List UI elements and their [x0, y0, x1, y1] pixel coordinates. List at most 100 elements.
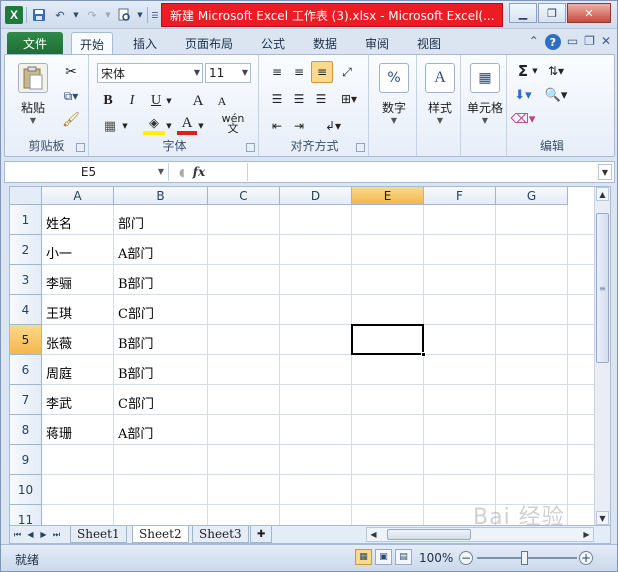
font-size-dropdown-icon[interactable]: ▼	[242, 68, 248, 77]
close-button[interactable]: ✕	[567, 3, 611, 23]
phonetic-guide-button[interactable]: wén 文	[219, 113, 247, 134]
font-color-button[interactable]: A	[177, 115, 197, 135]
autosum-dropdown-icon[interactable]: ▼	[531, 64, 539, 78]
scroll-down-icon[interactable]: ▼	[596, 511, 609, 525]
tab-home[interactable]: 开始	[71, 32, 114, 55]
clipboard-launcher-icon[interactable]	[76, 143, 85, 152]
column-header-f[interactable]: F	[424, 187, 496, 205]
column-header-d[interactable]: D	[280, 187, 352, 205]
active-cell-outline[interactable]	[351, 324, 424, 355]
qat-more-icon[interactable]: ☰	[151, 6, 159, 24]
cell-a1[interactable]: 姓名	[42, 205, 114, 235]
print-preview-icon[interactable]	[115, 6, 133, 24]
align-left-icon[interactable]: ☰	[267, 90, 287, 108]
next-sheet-icon[interactable]: ▶	[38, 528, 49, 541]
cells-button[interactable]: ▦ 单元格 ▼	[459, 59, 511, 131]
tab-data[interactable]: 数据	[305, 32, 345, 55]
row-header-2[interactable]: 2	[10, 235, 42, 265]
cell-b2[interactable]: A部门	[114, 235, 208, 265]
merge-center-icon[interactable]: ⊞▾	[337, 90, 361, 108]
cell-a6[interactable]: 周庭	[42, 355, 114, 385]
copy-icon[interactable]: ⧉▾	[59, 87, 83, 105]
column-header-g[interactable]: G	[496, 187, 568, 205]
collapse-ribbon-icon[interactable]: ⌃	[529, 34, 539, 50]
row-header-10[interactable]: 10	[10, 475, 42, 505]
orientation-icon[interactable]: ⤢	[337, 63, 357, 81]
cell-a5[interactable]: 张薇	[42, 325, 114, 355]
zoom-level[interactable]: 100%	[419, 551, 453, 565]
undo-dropdown-icon[interactable]: ▼	[72, 6, 80, 24]
cell-a8[interactable]: 蒋珊	[42, 415, 114, 445]
bold-button[interactable]: B	[99, 92, 117, 110]
redo-dropdown-icon[interactable]: ▼	[104, 6, 112, 24]
row-header-1[interactable]: 1	[10, 205, 42, 235]
underline-dropdown-icon[interactable]: ▼	[165, 94, 173, 108]
fill-color-dropdown-icon[interactable]: ▼	[165, 119, 173, 133]
workbook-close-icon[interactable]: ✕	[601, 34, 611, 50]
workbook-minimize-icon[interactable]: ▭	[567, 34, 578, 50]
alignment-launcher-icon[interactable]	[356, 143, 365, 152]
align-right-icon[interactable]: ☰	[311, 90, 331, 108]
decrease-indent-icon[interactable]: ⇤	[267, 117, 287, 135]
cell-a7[interactable]: 李武	[42, 385, 114, 415]
align-bottom-icon[interactable]: ≡	[311, 61, 333, 83]
align-center-icon[interactable]: ☰	[289, 90, 309, 108]
row-header-6[interactable]: 6	[10, 355, 42, 385]
row-header-4[interactable]: 4	[10, 295, 42, 325]
font-launcher-icon[interactable]	[246, 143, 255, 152]
tab-file[interactable]: 文件	[7, 32, 63, 55]
last-sheet-icon[interactable]: ⏭	[51, 528, 62, 541]
underline-button[interactable]: U	[147, 92, 165, 110]
zoom-slider-thumb[interactable]	[521, 551, 528, 565]
scroll-left-icon[interactable]: ◀	[367, 528, 380, 541]
row-header-3[interactable]: 3	[10, 265, 42, 295]
cell-b6[interactable]: B部门	[114, 355, 208, 385]
number-dropdown-icon[interactable]: ▼	[391, 116, 397, 125]
tab-page-layout[interactable]: 页面布局	[177, 32, 241, 55]
column-header-a[interactable]: A	[42, 187, 114, 205]
paste-dropdown-icon[interactable]: ▼	[30, 116, 36, 125]
cells-dropdown-icon[interactable]: ▼	[482, 116, 488, 125]
redo-icon[interactable]: ↷	[83, 6, 101, 24]
styles-dropdown-icon[interactable]: ▼	[437, 116, 443, 125]
tab-formulas[interactable]: 公式	[253, 32, 293, 55]
cell-b4[interactable]: C部门	[114, 295, 208, 325]
cell-b1[interactable]: 部门	[114, 205, 208, 235]
save-icon[interactable]	[30, 6, 48, 24]
shrink-font-button[interactable]: A	[213, 92, 231, 110]
column-header-e[interactable]: E	[352, 187, 424, 205]
cell-a3[interactable]: 李骊	[42, 265, 114, 295]
vertical-scroll-thumb[interactable]: ≡	[596, 213, 609, 363]
find-select-icon[interactable]: 🔍▾	[543, 85, 569, 105]
row-header-7[interactable]: 7	[10, 385, 42, 415]
wrap-text-icon[interactable]: ↲▾	[321, 117, 345, 135]
scroll-up-icon[interactable]: ▲	[596, 187, 609, 201]
font-size-box[interactable]: 11 ▼	[205, 63, 251, 83]
font-name-dropdown-icon[interactable]: ▼	[194, 68, 200, 77]
cell-b8[interactable]: A部门	[114, 415, 208, 445]
name-box-dropdown-icon[interactable]: ▼	[158, 167, 164, 176]
fill-handle[interactable]	[421, 352, 426, 357]
row-header-8[interactable]: 8	[10, 415, 42, 445]
scroll-right-icon[interactable]: ▶	[580, 528, 593, 541]
maximize-button[interactable]: ❐	[538, 3, 566, 23]
insert-sheet-icon[interactable]: ✚	[250, 526, 273, 543]
cut-icon[interactable]: ✂	[61, 63, 81, 81]
fill-color-icon[interactable]: ◈	[143, 115, 165, 135]
insert-function-icon[interactable]: fx	[193, 165, 205, 179]
borders-icon[interactable]: ▦	[99, 117, 121, 135]
tab-review[interactable]: 审阅	[357, 32, 397, 55]
cell-b5[interactable]: B部门	[114, 325, 208, 355]
prev-sheet-icon[interactable]: ◀	[25, 528, 36, 541]
increase-indent-icon[interactable]: ⇥	[289, 117, 309, 135]
normal-view-icon[interactable]: ▦	[355, 549, 372, 565]
formula-expand-icon[interactable]: ▼	[598, 164, 612, 180]
column-header-c[interactable]: C	[208, 187, 280, 205]
clear-icon[interactable]: ⌫▾	[511, 109, 536, 129]
cell-a4[interactable]: 王琪	[42, 295, 114, 325]
tab-insert[interactable]: 插入	[125, 32, 165, 55]
cell-b3[interactable]: B部门	[114, 265, 208, 295]
row-header-5[interactable]: 5	[10, 325, 42, 355]
formula-input[interactable]	[247, 163, 596, 181]
vertical-scrollbar[interactable]: ▲ ≡ ▼	[594, 187, 610, 525]
